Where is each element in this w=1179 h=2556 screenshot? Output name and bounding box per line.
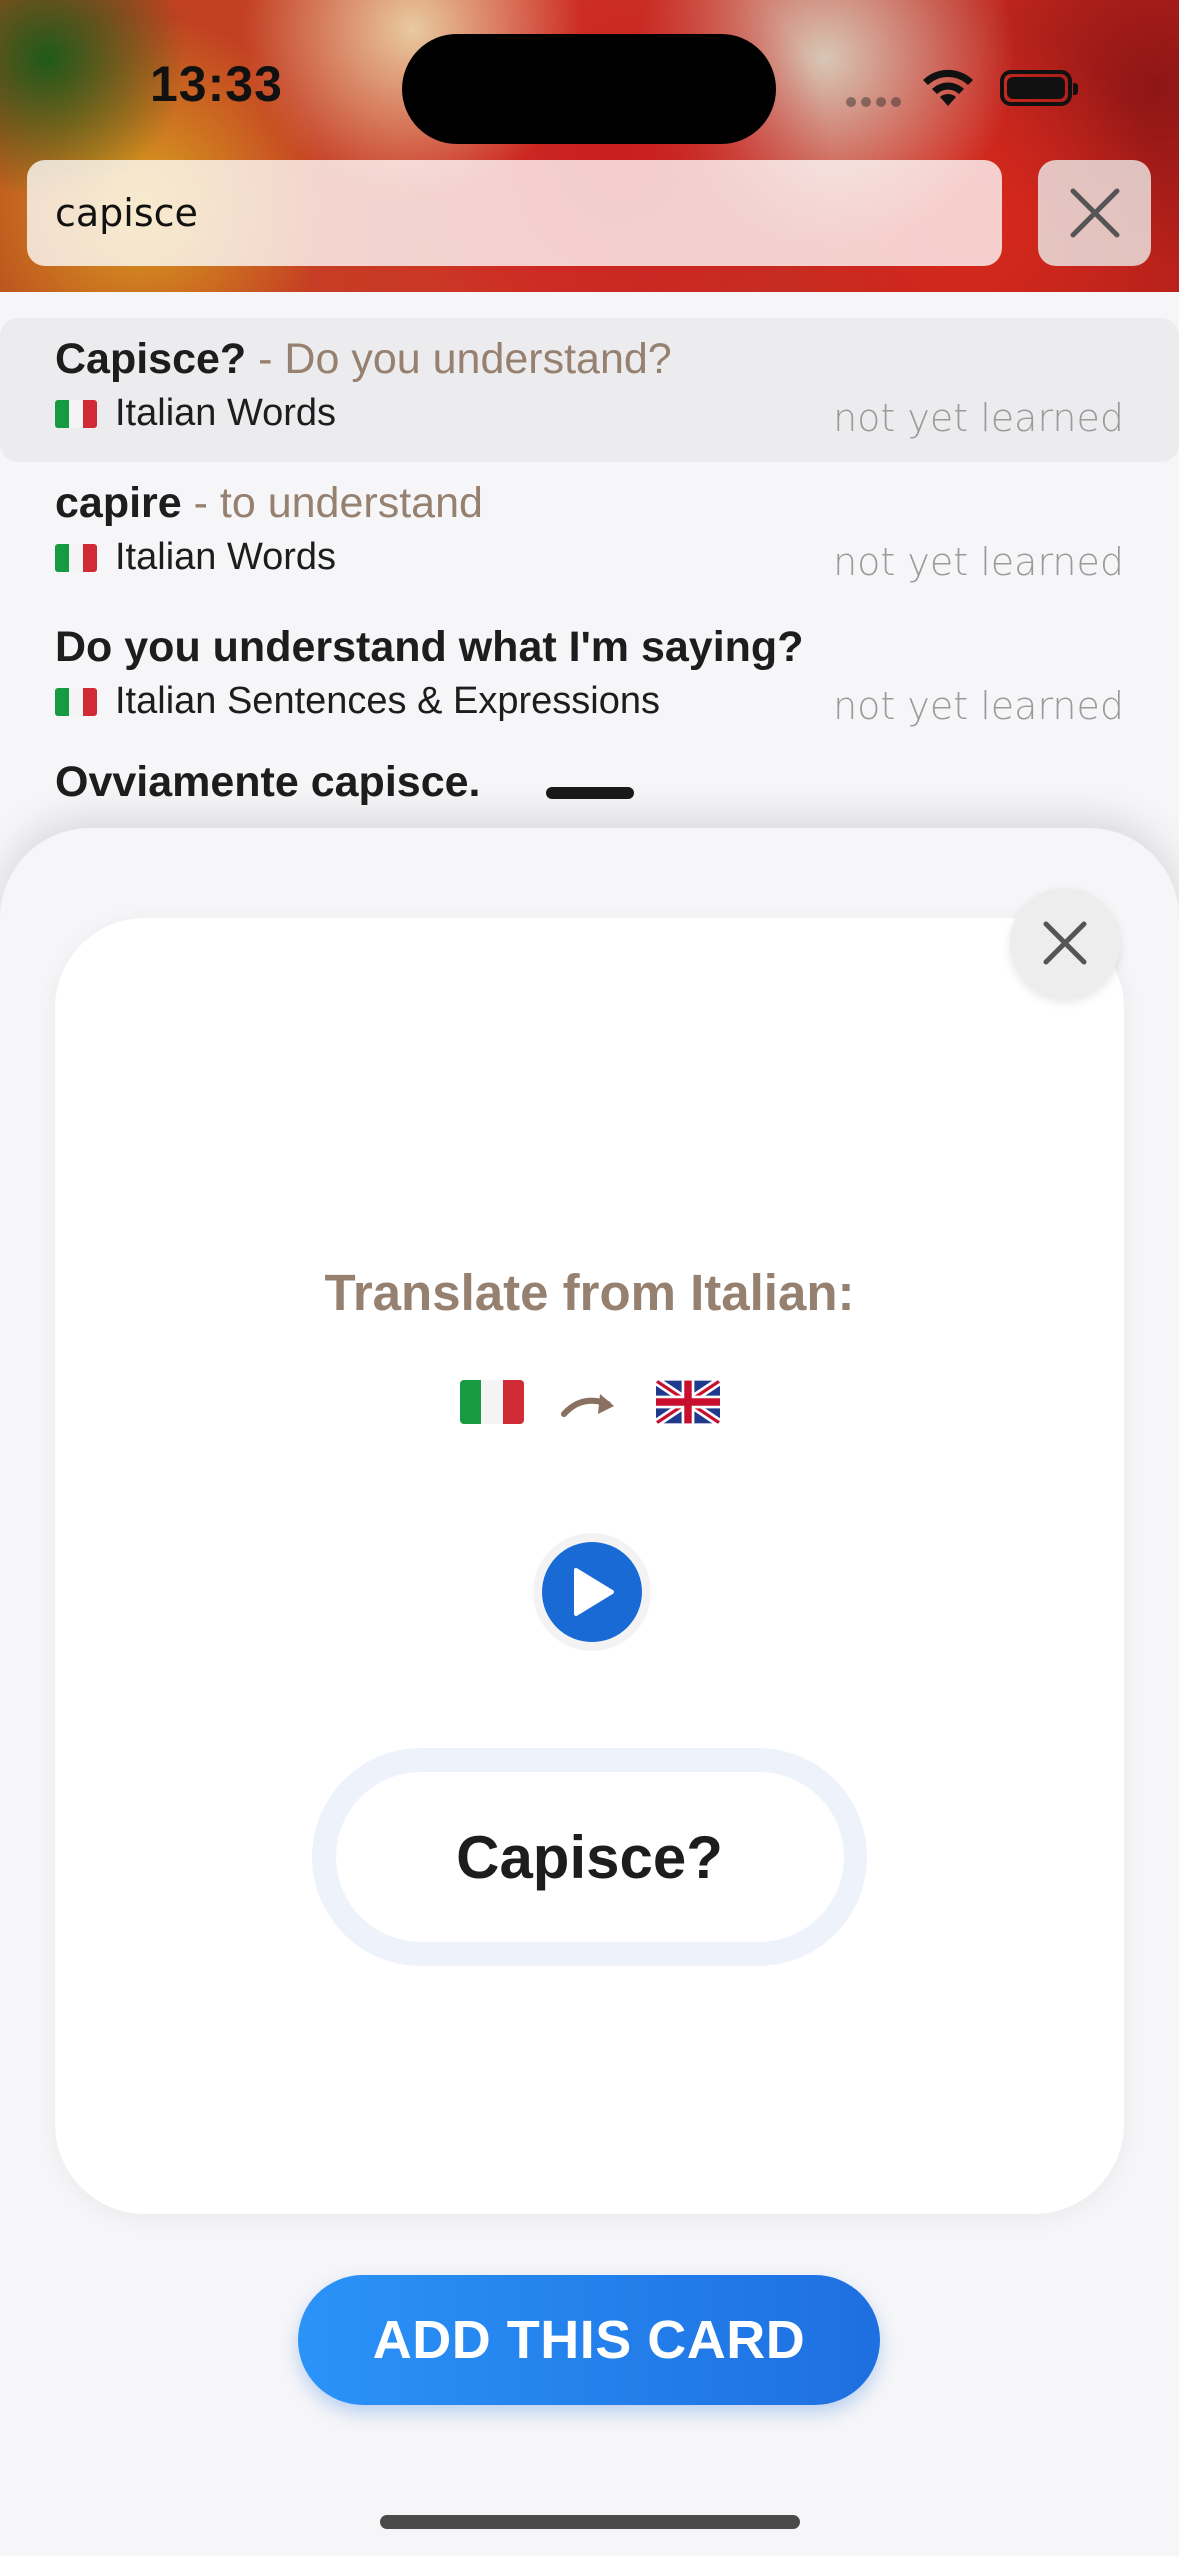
learn-status: not yet learned <box>833 396 1124 440</box>
close-icon <box>1043 921 1087 965</box>
result-meaning: Do you understand? <box>284 335 672 383</box>
result-row[interactable]: Capisce? - Do you understand? Italian Wo… <box>0 318 1179 462</box>
italy-flag-icon <box>55 687 97 716</box>
dynamic-island <box>402 34 776 144</box>
play-audio-button[interactable] <box>533 1533 651 1651</box>
italy-flag-icon <box>55 399 97 428</box>
close-card-button[interactable] <box>1010 888 1120 998</box>
italy-flag-icon <box>460 1380 524 1424</box>
deck-name: Italian Sentences & Expressions <box>115 680 660 722</box>
result-word: capire <box>55 479 182 527</box>
search-results: Capisce? - Do you understand? Italian Wo… <box>0 318 1179 750</box>
language-direction <box>460 1378 740 1428</box>
signal-icon <box>846 97 901 107</box>
card-preview-sheet: Translate from Italian: Capisce? ADD THI… <box>0 828 1179 2556</box>
learn-status: not yet learned <box>833 540 1124 584</box>
close-icon <box>1070 188 1119 238</box>
result-word: Do you understand what I'm saying? <box>55 623 804 671</box>
curved-arrow-icon <box>561 1394 614 1417</box>
result-row[interactable]: capire - to understand Italian Words not… <box>0 462 1179 606</box>
learn-status: not yet learned <box>833 684 1124 728</box>
result-separator: - <box>246 335 285 383</box>
deck-name: Italian Words <box>115 536 337 578</box>
card-word: Capisce? <box>335 1772 844 1942</box>
search-input[interactable] <box>55 191 1002 235</box>
word-pill-frame: Capisce? <box>312 1748 867 1966</box>
wifi-icon <box>923 69 973 106</box>
result-separator: - <box>181 479 220 527</box>
add-card-button[interactable]: ADD THIS CARD <box>298 2275 880 2405</box>
uk-flag-icon <box>656 1380 720 1424</box>
flashcard: Translate from Italian: Capisce? <box>55 918 1124 2214</box>
clear-search-button[interactable] <box>1038 160 1151 266</box>
search-box[interactable] <box>27 160 1002 266</box>
italy-flag-icon <box>55 543 97 572</box>
result-row[interactable]: Do you understand what I'm saying? Itali… <box>0 606 1179 750</box>
result-word-partial: Ovviamente capisce. <box>55 758 481 806</box>
deck-name: Italian Words <box>115 392 337 434</box>
battery-icon <box>1000 70 1078 106</box>
result-word: Capisce? <box>55 335 247 383</box>
play-icon <box>574 1568 614 1616</box>
sheet-grabber[interactable] <box>546 787 634 799</box>
status-time: 13:33 <box>150 56 283 112</box>
result-meaning: to understand <box>219 479 483 527</box>
header: 13:33 <box>0 0 1179 292</box>
home-indicator <box>380 2515 800 2529</box>
prompt-label: Translate from Italian: <box>324 1264 855 1321</box>
